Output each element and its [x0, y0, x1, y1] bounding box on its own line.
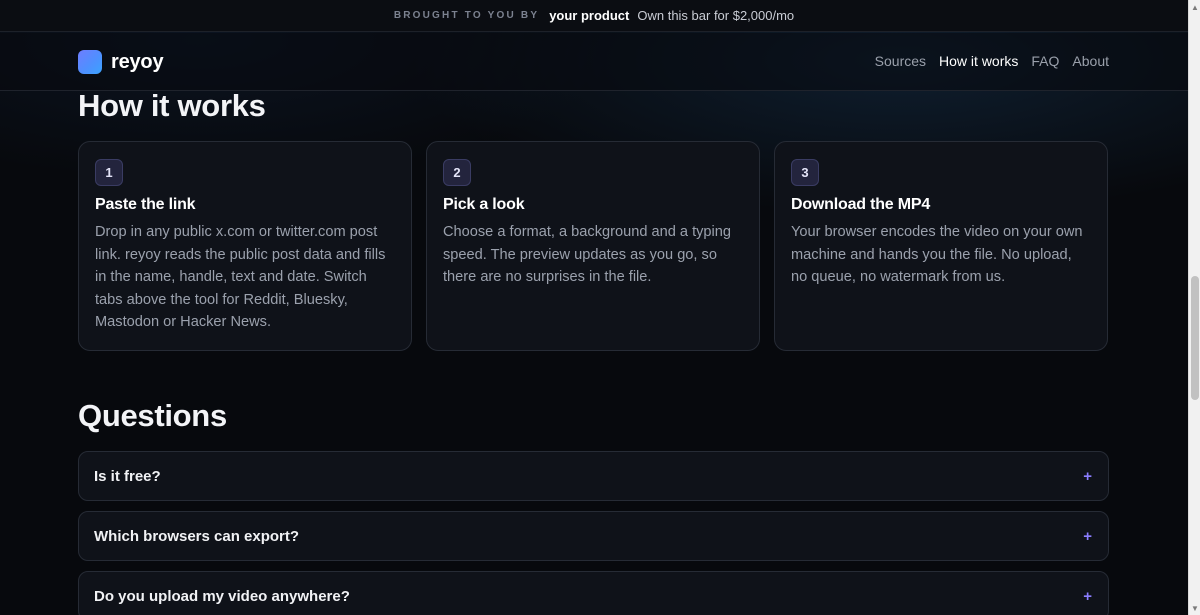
brand-name: reyoy	[111, 50, 164, 73]
step-number-badge: 3	[791, 159, 819, 186]
step-number-badge: 2	[443, 159, 471, 186]
sponsor-kicker: BROUGHT TO YOU BY	[393, 10, 540, 21]
plus-icon[interactable]: +	[1083, 528, 1092, 545]
page-scrollbar[interactable]: ▲ ▼	[1188, 0, 1200, 615]
brand-logo[interactable]: reyoy	[78, 50, 164, 74]
step-title: Paste the link	[95, 196, 196, 213]
questions-heading: Questions	[78, 398, 227, 433]
faq-question: Which browsers can export?	[94, 527, 300, 545]
nav-faq[interactable]: FAQ	[1031, 53, 1059, 69]
faq-item[interactable]: Do you upload my video anywhere? +	[78, 571, 1109, 615]
step-card: 3 Download the MP4 Your browser encodes …	[774, 141, 1108, 351]
step-number-badge: 1	[95, 159, 123, 186]
page: BROUGHT TO YOU BY your product Own this …	[0, 0, 1200, 615]
steps-list: 1 Paste the link Drop in any public x.co…	[78, 141, 1108, 351]
faq-item[interactable]: Which browsers can export? +	[78, 511, 1109, 561]
sponsor-bar[interactable]: BROUGHT TO YOU BY your product Own this …	[0, 0, 1188, 32]
plus-icon[interactable]: +	[1083, 468, 1092, 485]
step-card: 2 Pick a look Choose a format, a backgro…	[426, 141, 760, 351]
nav-how-it-works[interactable]: How it works	[939, 53, 1018, 69]
nav-sources[interactable]: Sources	[875, 53, 926, 69]
faq-list: Is it free? + Which browsers can export?…	[78, 451, 1109, 615]
step-title: Pick a look	[443, 196, 525, 213]
sponsor-cta[interactable]: Own this bar for $2,000/mo	[637, 8, 794, 23]
arrow-down-icon[interactable]: ▼	[1189, 601, 1200, 615]
plus-icon[interactable]: +	[1083, 588, 1092, 605]
step-card: 1 Paste the link Drop in any public x.co…	[78, 141, 412, 351]
faq-question: Do you upload my video anywhere?	[94, 587, 350, 605]
site-header: reyoy Sources How it works FAQ About	[0, 33, 1188, 91]
step-description: Drop in any public x.com or twitter.com …	[95, 224, 386, 331]
faq-item[interactable]: Is it free? +	[78, 451, 1109, 501]
faq-question: Is it free?	[94, 467, 161, 485]
step-title: Download the MP4	[791, 196, 931, 213]
logo-mark-icon	[78, 50, 102, 74]
step-description: Your browser encodes the video on your o…	[791, 224, 1083, 286]
sponsor-product-link[interactable]: your product	[549, 8, 629, 23]
nav-about[interactable]: About	[1072, 53, 1109, 69]
how-it-works-heading: How it works	[78, 88, 266, 123]
arrow-up-icon[interactable]: ▲	[1189, 0, 1200, 14]
step-description: Choose a format, a background and a typi…	[443, 224, 732, 286]
scroll-thumb[interactable]	[1191, 276, 1199, 400]
main-nav: Sources How it works FAQ About	[875, 53, 1109, 69]
